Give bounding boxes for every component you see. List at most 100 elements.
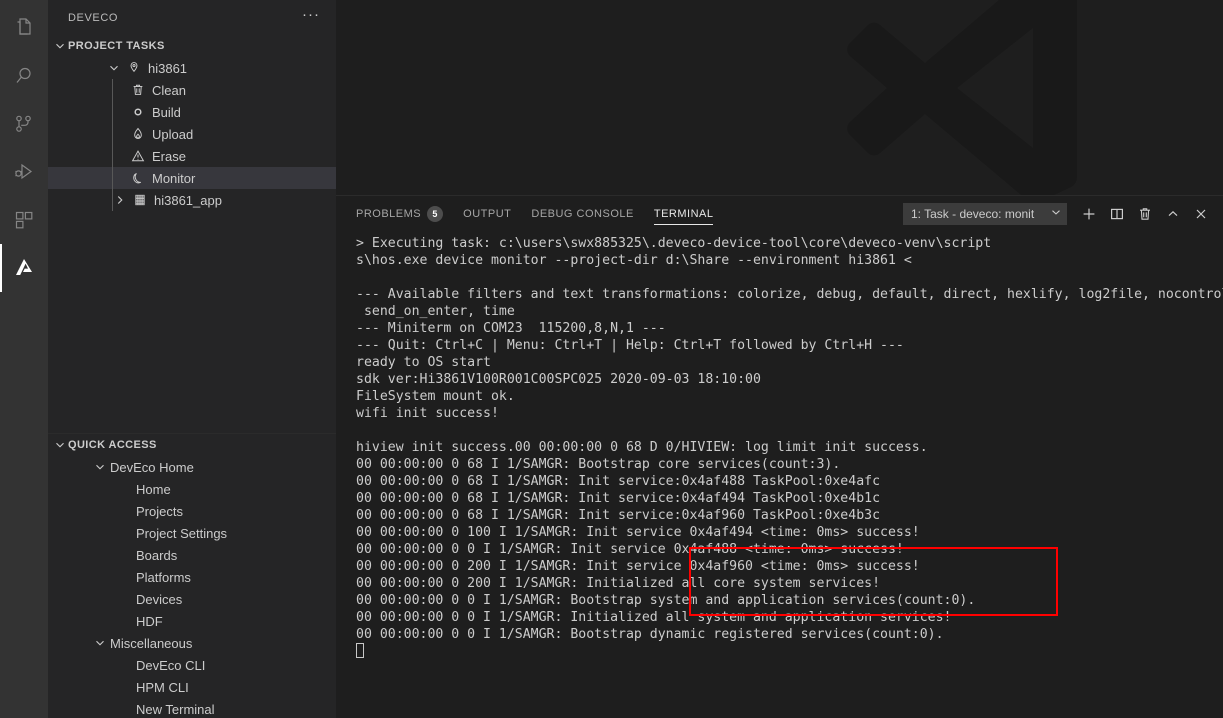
explorer-icon[interactable] — [0, 4, 48, 52]
tree-item-new-terminal[interactable]: New Terminal — [48, 698, 336, 718]
circle-icon — [130, 104, 146, 120]
section-quick-access: QUICK ACCESS DevEco Home Home Projects P… — [48, 433, 336, 718]
editor-background — [336, 0, 1223, 195]
terminal-line: 00 00:00:00 0 0 I 1/SAMGR: Init service … — [356, 542, 904, 557]
tab-label: OUTPUT — [463, 207, 512, 220]
maximize-panel-icon[interactable] — [1159, 200, 1187, 228]
flame-icon — [130, 126, 146, 142]
tree-item-monitor[interactable]: Monitor — [48, 167, 336, 189]
activity-bar — [0, 0, 48, 718]
tab-problems[interactable]: PROBLEMS 5 — [356, 196, 444, 231]
tree-item-miscellaneous[interactable]: Miscellaneous — [48, 632, 336, 654]
tab-output[interactable]: OUTPUT — [463, 196, 511, 231]
vscode-window: DEVECO ··· PROJECT TASKS hi3861 Clean Bu… — [0, 0, 1223, 718]
panel-actions: 1: Task - deveco: monit — [903, 196, 1215, 231]
trash-icon — [130, 82, 146, 98]
tree-item-label: DevEco CLI — [136, 657, 206, 673]
new-terminal-icon[interactable] — [1075, 200, 1103, 228]
chevron-down-icon — [1049, 205, 1063, 222]
chip-icon — [132, 192, 148, 208]
terminal-line: 00 00:00:00 0 0 I 1/SAMGR: Initialized a… — [356, 610, 952, 625]
tree-item-clean[interactable]: Clean — [48, 79, 336, 101]
tree-item-home[interactable]: Home — [48, 478, 336, 500]
warning-triangle-icon — [130, 148, 146, 164]
tree-item-label: Erase — [152, 148, 186, 164]
terminal-line: wifi init success! — [356, 406, 499, 421]
tree-item-label: DevEco Home — [110, 459, 194, 475]
terminal-line: hiview init success.00 00:00:00 0 68 D 0… — [356, 440, 928, 455]
problems-count-badge: 5 — [427, 205, 444, 222]
chevron-down-icon — [52, 437, 68, 453]
terminal-line: 00 00:00:00 0 68 I 1/SAMGR: Init service… — [356, 474, 881, 489]
tree-item-upload[interactable]: Upload — [48, 123, 336, 145]
tree-item-devices[interactable]: Devices — [48, 588, 336, 610]
sidebar-header: DEVECO ··· — [48, 0, 336, 35]
terminal-line: --- Miniterm on COM23 115200,8,N,1 --- — [356, 321, 666, 336]
chevron-right-icon[interactable] — [112, 192, 128, 208]
terminal-line: s\hos.exe device monitor --project-dir d… — [356, 253, 912, 268]
tree-item-label: Devices — [136, 591, 183, 607]
tree-item-label: HPM CLI — [136, 679, 189, 695]
terminal-line: sdk ver:Hi3861V100R001C00SPC025 2020-09-… — [356, 372, 761, 387]
tab-debug-console[interactable]: DEBUG CONSOLE — [531, 196, 633, 231]
terminal-line: --- Quit: Ctrl+C | Menu: Ctrl+T | Help: … — [356, 338, 904, 353]
vscode-logo-watermark — [805, 0, 1105, 195]
tab-label: DEBUG CONSOLE — [531, 207, 634, 220]
tree-item-label: Build — [152, 104, 181, 120]
deveco-icon[interactable] — [0, 244, 48, 292]
tree-item-label: New Terminal — [136, 701, 215, 717]
terminal-line: 00 00:00:00 0 100 I 1/SAMGR: Init servic… — [356, 525, 920, 540]
tree-item-platforms[interactable]: Platforms — [48, 566, 336, 588]
tree-item-label: HDF — [136, 613, 163, 629]
terminal-cursor — [356, 643, 364, 658]
tree-item-deveco-cli[interactable]: DevEco CLI — [48, 654, 336, 676]
tree-item-hpm-cli[interactable]: HPM CLI — [48, 676, 336, 698]
section-project-tasks-header[interactable]: PROJECT TASKS — [48, 35, 336, 57]
tree-item-label: Project Settings — [136, 525, 228, 541]
tree-item-label: hi3861_app — [154, 192, 222, 208]
tree-item-build[interactable]: Build — [48, 101, 336, 123]
tree-item-hdf[interactable]: HDF — [48, 610, 336, 632]
chevron-down-icon[interactable] — [92, 459, 108, 475]
terminal-line: 00 00:00:00 0 68 I 1/SAMGR: Bootstrap co… — [356, 457, 841, 472]
run-and-debug-icon[interactable] — [0, 148, 48, 196]
tree-item-deveco-home[interactable]: DevEco Home — [48, 456, 336, 478]
tree-item-erase[interactable]: Erase — [48, 145, 336, 167]
section-quick-access-header[interactable]: QUICK ACCESS — [48, 434, 336, 456]
terminal-line: 00 00:00:00 0 200 I 1/SAMGR: Init servic… — [356, 559, 920, 574]
chevron-down-icon[interactable] — [92, 635, 108, 651]
source-control-icon[interactable] — [0, 100, 48, 148]
tab-label: PROBLEMS — [356, 207, 422, 220]
tree-item-hi3861-app[interactable]: hi3861_app — [48, 189, 336, 211]
terminal-line: 00 00:00:00 0 200 I 1/SAMGR: Initialized… — [356, 576, 881, 591]
close-panel-icon[interactable] — [1187, 200, 1215, 228]
tab-terminal[interactable]: TERMINAL — [653, 196, 714, 231]
sidebar-title-label: DEVECO — [68, 11, 119, 24]
terminal-selector-dropdown[interactable]: 1: Task - deveco: monit — [903, 202, 1067, 225]
tree-item-label: Platforms — [136, 569, 191, 585]
tree-item-label: Upload — [152, 126, 194, 142]
tree-item-projects[interactable]: Projects — [48, 500, 336, 522]
terminal-cursor-line — [356, 643, 1223, 660]
chevron-down-icon[interactable] — [106, 60, 122, 76]
terminal-line: --- Available filters and text transform… — [356, 287, 1223, 302]
terminal-line: 00 00:00:00 0 68 I 1/SAMGR: Init service… — [356, 508, 881, 523]
tree-item-hi3861[interactable]: hi3861 — [48, 57, 336, 79]
search-icon[interactable] — [0, 52, 48, 100]
sidebar-more-actions-button[interactable]: ··· — [294, 7, 328, 25]
tree-item-project-settings[interactable]: Project Settings — [48, 522, 336, 544]
tree-item-label: hi3861 — [148, 60, 188, 76]
terminal-line: > Executing task: c:\users\swx885325\.de… — [356, 236, 992, 251]
terminal-line: 00 00:00:00 0 0 I 1/SAMGR: Bootstrap sys… — [356, 593, 976, 608]
chevron-down-icon — [52, 38, 68, 54]
tree-item-boards[interactable]: Boards — [48, 544, 336, 566]
kill-terminal-icon[interactable] — [1131, 200, 1159, 228]
split-terminal-icon[interactable] — [1103, 200, 1131, 228]
bottom-panel: PROBLEMS 5 OUTPUT DEBUG CONSOLE TERMINAL… — [336, 195, 1223, 718]
tab-label: TERMINAL — [653, 207, 714, 220]
terminal-output[interactable]: > Executing task: c:\users\swx885325\.de… — [336, 231, 1223, 718]
terminal-line: 00 00:00:00 0 68 I 1/SAMGR: Init service… — [356, 491, 881, 506]
extensions-icon[interactable] — [0, 196, 48, 244]
